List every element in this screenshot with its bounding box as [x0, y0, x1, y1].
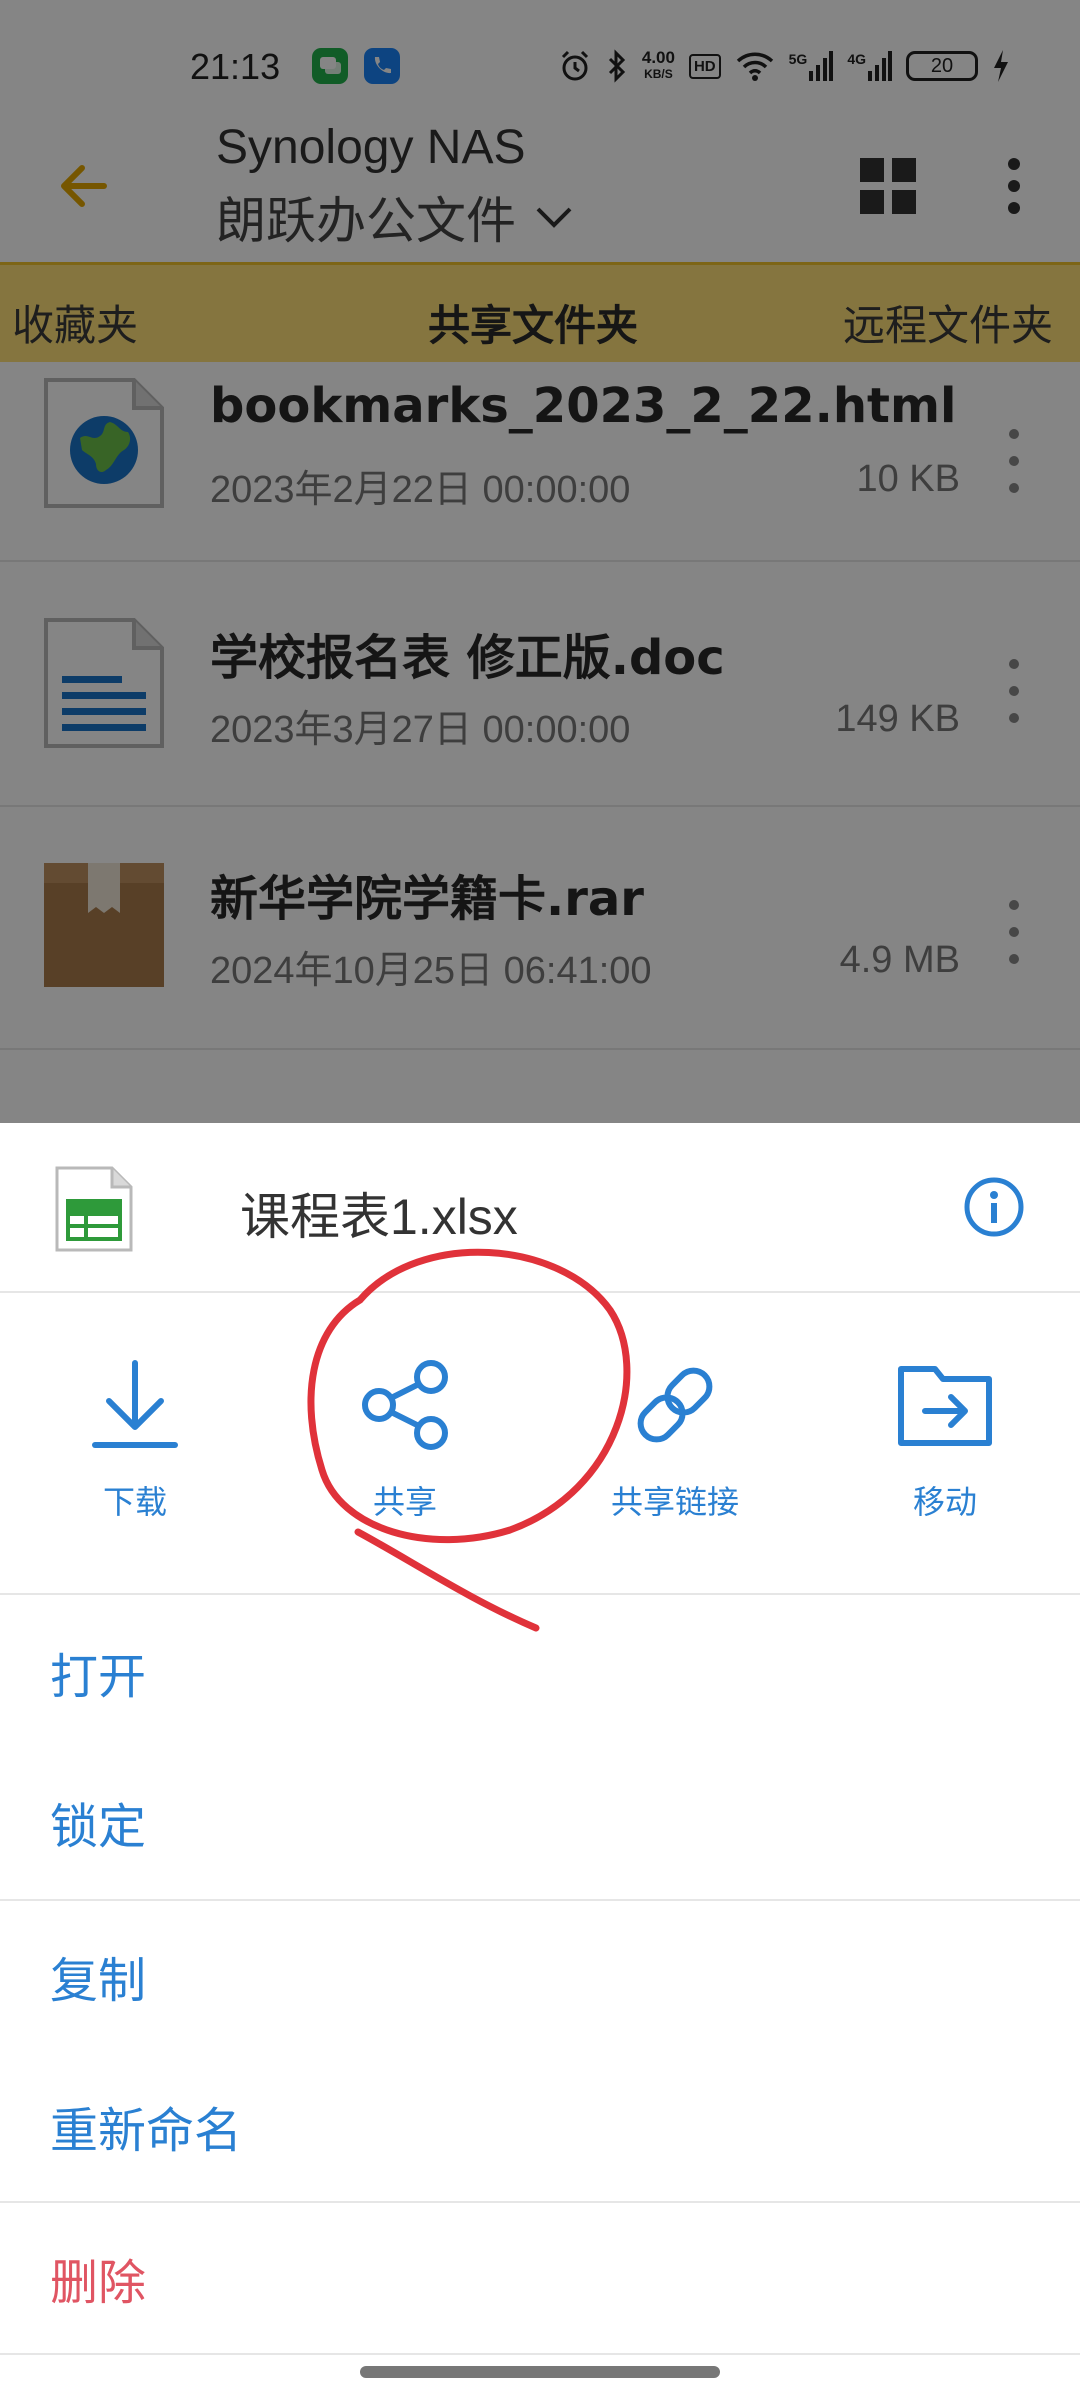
share-link-button[interactable]: 共享链接 — [540, 1295, 810, 1595]
menu-item-delete[interactable]: 删除 — [0, 2203, 1080, 2353]
share-link-label: 共享链接 — [610, 1483, 739, 1521]
share-button[interactable]: 共享 — [270, 1295, 540, 1595]
download-button[interactable]: 下载 — [0, 1295, 270, 1595]
sheet-header: 课程表1.xlsx — [0, 1123, 1080, 1293]
file-browser-screen: 21:13 4.00 KB/S HD 5G 4G 20 Synology NAS… — [0, 0, 1080, 1123]
share-label: 共享 — [372, 1483, 437, 1521]
link-icon — [637, 1367, 713, 1443]
menu-divider — [0, 2353, 1080, 2355]
menu-item-rename[interactable]: 重新命名 — [0, 2051, 1080, 2201]
move-label: 移动 — [912, 1483, 977, 1521]
share-icon — [362, 1360, 448, 1450]
download-icon — [92, 1360, 178, 1448]
spreadsheet-file-icon — [55, 1166, 133, 1252]
menu-item-copy[interactable]: 复制 — [0, 1901, 1080, 2051]
info-icon[interactable] — [962, 1175, 1026, 1239]
menu-item-lock[interactable]: 锁定 — [0, 1747, 1080, 1897]
home-indicator[interactable] — [360, 2366, 720, 2378]
sheet-file-name: 课程表1.xlsx — [240, 1189, 518, 1245]
action-row: 下载 共享 共享链接 移动 — [0, 1295, 1080, 1595]
modal-scrim[interactable] — [0, 0, 1080, 1123]
file-actions-sheet: 课程表1.xlsx 下载 共享 共享链接 移动 打开 锁定 复制 重新命名 删除 — [0, 1123, 1080, 2400]
menu-item-open[interactable]: 打开 — [0, 1597, 1080, 1747]
download-label: 下载 — [102, 1483, 167, 1521]
move-folder-icon — [898, 1366, 992, 1446]
move-button[interactable]: 移动 — [810, 1295, 1080, 1595]
